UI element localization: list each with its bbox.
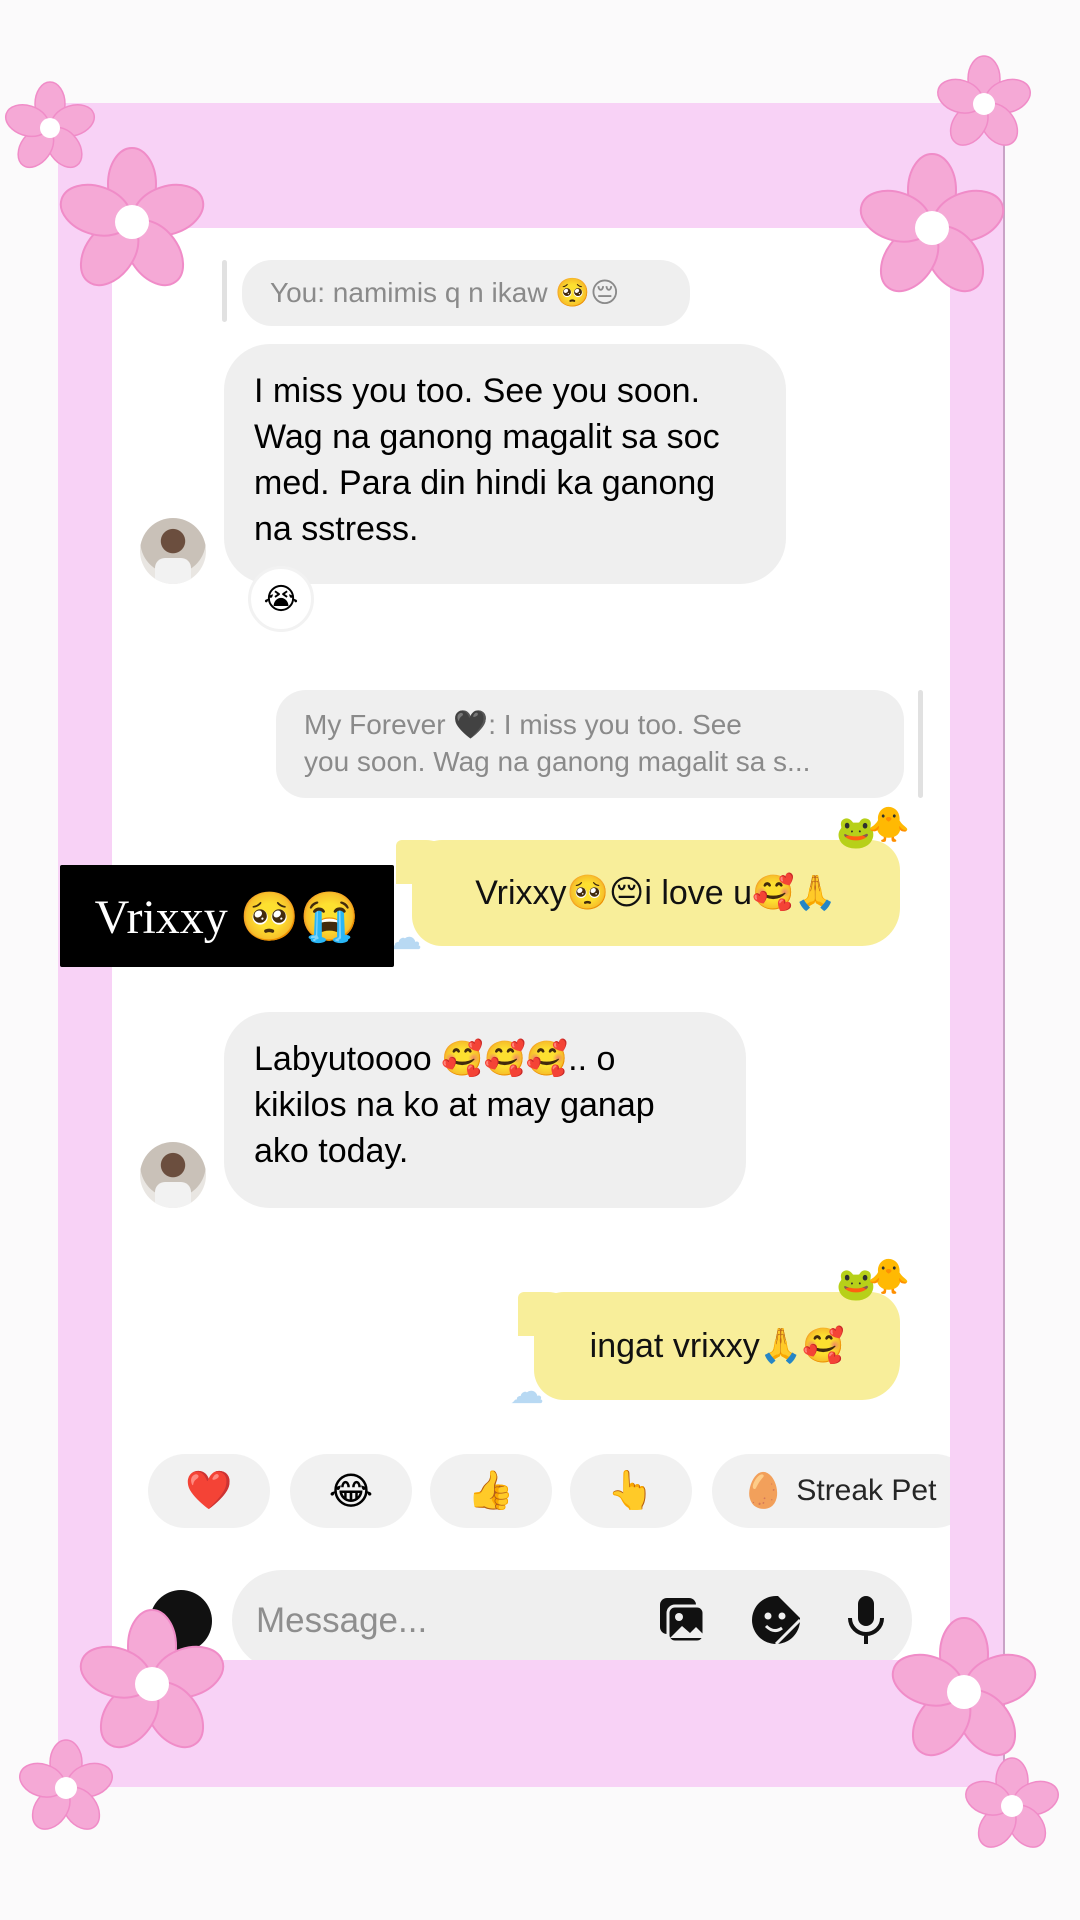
- avatar[interactable]: [140, 518, 206, 584]
- duck-icon: 🐥: [867, 806, 910, 844]
- message-input[interactable]: [254, 1588, 588, 1654]
- quick-reaction-point[interactable]: 👆: [570, 1454, 692, 1528]
- message-text: Vrixxy🥺😔i love u🥰🙏: [475, 874, 837, 912]
- message-text: Labyutoooo 🥰🥰🥰.. o kikilos na ko at may …: [254, 1040, 655, 1170]
- message-text: I miss you too. See you soon. Wag na gan…: [254, 372, 720, 548]
- outgoing-message[interactable]: Vrixxy🥺😔i love u🥰🙏 ☁ 🐸 🐥: [388, 808, 910, 957]
- flower-icon: [965, 1757, 1059, 1848]
- flower-icon: [19, 1739, 113, 1830]
- message-reaction[interactable]: 😭: [248, 566, 314, 632]
- flower-icon: [937, 55, 1031, 146]
- pointing-up-icon: 👆: [607, 1470, 655, 1512]
- reply-preview[interactable]: My Forever 🖤: I miss you too. See you so…: [276, 690, 904, 798]
- laughing-icon: 😂: [328, 1470, 374, 1513]
- duck-bubble-beak: [396, 840, 456, 884]
- streak-pet-button[interactable]: 🥚 Streak Pet: [712, 1454, 950, 1528]
- reply-preview-text: you soon. Wag na ganong magalit sa s...: [304, 746, 811, 777]
- reply-preview[interactable]: You: namimis q n ikaw 🥺😔: [242, 260, 690, 326]
- duck-icon: 🐥: [867, 1258, 910, 1296]
- quick-reaction-laugh[interactable]: 😂: [290, 1454, 412, 1528]
- egg-icon: 🥚: [742, 1472, 785, 1510]
- frame-edge: [1003, 103, 1005, 1787]
- quick-reactions-bar: ❤️ 😂 👍 👆 🥚 Streak Pet: [148, 1454, 950, 1528]
- name-tag-overlay: Vrixxy 🥺😭: [60, 865, 394, 967]
- outgoing-message[interactable]: ingat vrixxy🙏🥰 ☁ 🐸 🐥: [510, 1260, 910, 1411]
- streak-pet-label: Streak Pet: [796, 1474, 937, 1507]
- duck-bubble-beak: [518, 1292, 578, 1336]
- flower-icon: [891, 1617, 1037, 1757]
- sticker-icon[interactable]: [746, 1590, 806, 1650]
- reply-indicator-line: [222, 260, 227, 322]
- quick-reaction-heart[interactable]: ❤️: [148, 1454, 270, 1528]
- incoming-message[interactable]: I miss you too. See you soon. Wag na gan…: [224, 344, 786, 584]
- gallery-icon[interactable]: [652, 1590, 712, 1650]
- reply-indicator-line: [918, 690, 923, 798]
- flower-icon: [859, 153, 1005, 293]
- avatar[interactable]: [140, 1142, 206, 1208]
- reply-preview-text: You: namimis q n ikaw 🥺😔: [270, 277, 620, 308]
- flower-icon: [59, 147, 205, 287]
- name-tag-text: Vrixxy 🥺😭: [94, 890, 360, 944]
- thumbs-up-icon: 👍: [467, 1470, 515, 1512]
- incoming-message[interactable]: Labyutoooo 🥰🥰🥰.. o kikilos na ko at may …: [224, 1012, 746, 1208]
- reply-preview-text: My Forever 🖤: I miss you too. See: [304, 709, 742, 740]
- heart-icon: ❤️: [185, 1470, 233, 1512]
- message-composer: [232, 1570, 912, 1660]
- cloud-icon: ☁: [510, 1373, 544, 1411]
- message-text: ingat vrixxy🙏🥰: [589, 1327, 845, 1365]
- quick-reaction-thumbs-up[interactable]: 👍: [430, 1454, 552, 1528]
- crying-icon: 😭: [263, 582, 299, 616]
